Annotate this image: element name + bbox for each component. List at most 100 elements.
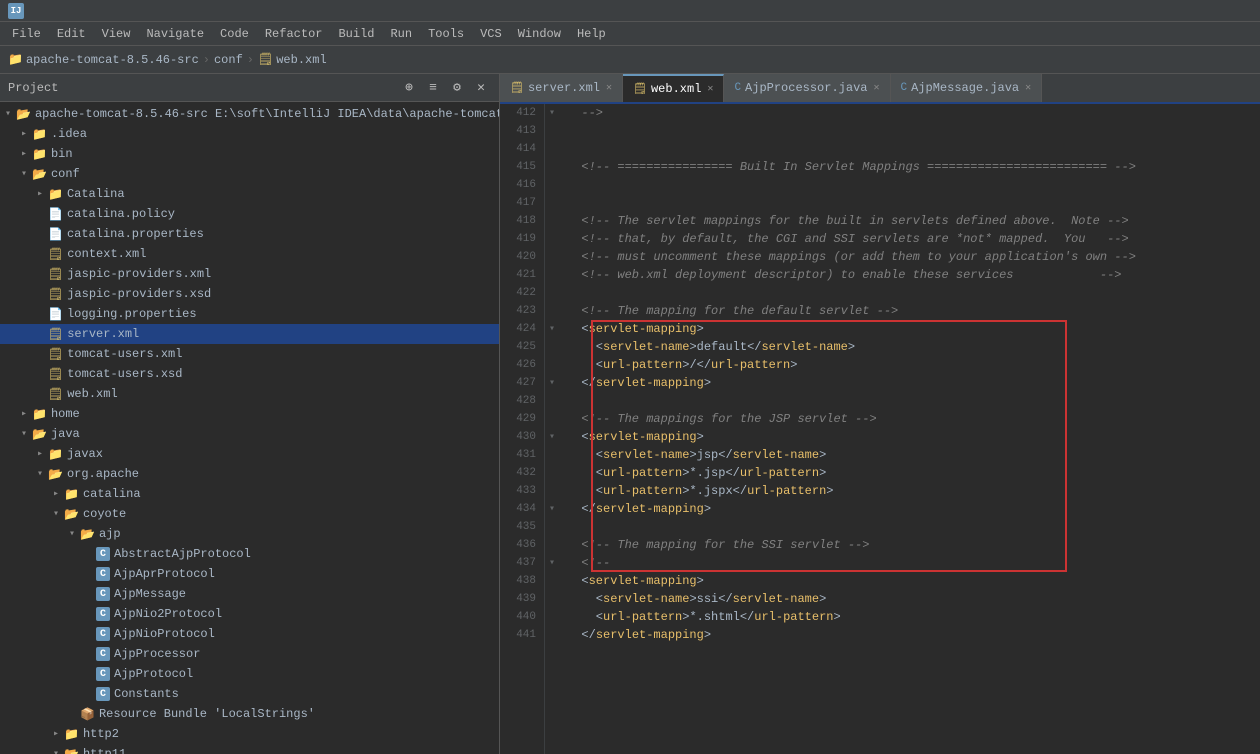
tree-item-home[interactable]: ▸📁home [0, 404, 499, 424]
tree-item-context-xml[interactable]: 🗒context.xml [0, 244, 499, 264]
tree-icon-bin: 📁 [32, 147, 47, 162]
menu-view[interactable]: View [94, 25, 139, 43]
menu-help[interactable]: Help [569, 25, 614, 43]
breadcrumb-file[interactable]: web.xml [276, 53, 326, 67]
tree-item-catalina-policy[interactable]: 📄catalina.policy [0, 204, 499, 224]
fold-marker-419 [545, 230, 559, 248]
tab-close-ajpprocessor[interactable]: ✕ [873, 82, 879, 94]
tree-item-orgapache[interactable]: ▾📂org.apache [0, 464, 499, 484]
line-num-425: 425 [500, 338, 544, 356]
tree-item-javax[interactable]: ▸📁javax [0, 444, 499, 464]
tab-close-ajpmessage[interactable]: ✕ [1025, 82, 1031, 94]
tab-icon-ajpmessage: C [901, 82, 908, 94]
tree-item-AjpProtocol[interactable]: CAjpProtocol [0, 664, 499, 684]
fold-marker-430[interactable]: ▾ [545, 428, 559, 446]
tree-item-Constants[interactable]: CConstants [0, 684, 499, 704]
tree-item-server-xml[interactable]: 🗒server.xml [0, 324, 499, 344]
fold-marker-421 [545, 266, 559, 284]
tree-icon-AjpMessage: C [96, 587, 110, 601]
sidebar-expand-btn[interactable]: ⊕ [399, 78, 419, 98]
tab-ajpmessage[interactable]: C AjpMessage.java ✕ [891, 74, 1043, 102]
fold-marker-434[interactable]: ▾ [545, 500, 559, 518]
tab-web-xml[interactable]: 🗒 web.xml ✕ [623, 74, 724, 102]
fold-marker-427[interactable]: ▾ [545, 374, 559, 392]
tree-label-context-xml: context.xml [67, 247, 146, 261]
editor-area: 🗒 server.xml ✕ 🗒 web.xml ✕ C AjpProcesso… [500, 74, 1260, 754]
menu-run[interactable]: Run [382, 25, 420, 43]
menu-file[interactable]: File [4, 25, 49, 43]
menu-code[interactable]: Code [212, 25, 257, 43]
tree-item-web-xml[interactable]: 🗒web.xml [0, 384, 499, 404]
tree-item-AjpNioProtocol[interactable]: CAjpNioProtocol [0, 624, 499, 644]
tree-item-jaspic-providers-xml[interactable]: 🗒jaspic-providers.xml [0, 264, 499, 284]
tab-close-web-xml[interactable]: ✕ [707, 83, 713, 95]
fold-marker-415 [545, 158, 559, 176]
tree-item-http2[interactable]: ▸📁http2 [0, 724, 499, 744]
tree-label-jaspic-providers-xml: jaspic-providers.xml [67, 267, 211, 281]
tree-item-logging-props[interactable]: 📄logging.properties [0, 304, 499, 324]
breadcrumb-root[interactable]: apache-tomcat-8.5.46-src [26, 53, 199, 67]
tree-item-AjpNio2Protocol[interactable]: CAjpNio2Protocol [0, 604, 499, 624]
sidebar-settings-btn[interactable]: ⚙ [447, 78, 467, 98]
fold-marker-425 [545, 338, 559, 356]
tree-item-ajp[interactable]: ▾📂ajp [0, 524, 499, 544]
tree-item-coyote[interactable]: ▾📂coyote [0, 504, 499, 524]
fold-marker-438 [545, 572, 559, 590]
tree-item-root[interactable]: ▾📂apache-tomcat-8.5.46-src E:\soft\Intel… [0, 104, 499, 124]
tree-item-java[interactable]: ▾📂java [0, 424, 499, 444]
line-num-415: 415 [500, 158, 544, 176]
menu-vcs[interactable]: VCS [472, 25, 510, 43]
tree-item-catalina[interactable]: ▸📁Catalina [0, 184, 499, 204]
tab-server-xml[interactable]: 🗒 server.xml ✕ [500, 74, 623, 102]
line-num-432: 432 [500, 464, 544, 482]
tree-label-ajp: ajp [99, 527, 121, 541]
tree-icon-idea: 📁 [32, 127, 47, 142]
tree-arrow-home: ▸ [16, 408, 32, 420]
line-num-429: 429 [500, 410, 544, 428]
tree-icon-catalina-policy: 📄 [48, 207, 63, 222]
tab-label-web-xml: web.xml [651, 82, 701, 96]
tree-item-bin[interactable]: ▸📁bin [0, 144, 499, 164]
tree-item-AjpProcessor[interactable]: CAjpProcessor [0, 644, 499, 664]
tree-label-AjpMessage: AjpMessage [114, 587, 186, 601]
tree-item-idea[interactable]: ▸📁.idea [0, 124, 499, 144]
tab-ajpprocessor[interactable]: C AjpProcessor.java ✕ [724, 74, 890, 102]
code-line-428 [567, 392, 1260, 410]
tree-icon-AjpAprProtocol: C [96, 567, 110, 581]
line-num-436: 436 [500, 536, 544, 554]
line-num-431: 431 [500, 446, 544, 464]
fold-marker-412[interactable]: ▾ [545, 104, 559, 122]
tree-item-http11[interactable]: ▾📂http11 [0, 744, 499, 754]
sidebar-collapse-btn[interactable]: ≡ [423, 78, 443, 98]
tab-close-server-xml[interactable]: ✕ [606, 82, 612, 94]
menu-window[interactable]: Window [510, 25, 569, 43]
code-area[interactable]: --> <!-- ================ Built In Servl… [559, 104, 1260, 754]
menu-edit[interactable]: Edit [49, 25, 94, 43]
tree-icon-web-xml: 🗒 [48, 387, 63, 402]
tree-item-catalina2[interactable]: ▸📁catalina [0, 484, 499, 504]
menu-refactor[interactable]: Refactor [257, 25, 331, 43]
fold-marker-432 [545, 464, 559, 482]
tree-item-AjpAprProtocol[interactable]: CAjpAprProtocol [0, 564, 499, 584]
tree-item-conf[interactable]: ▾📂conf [0, 164, 499, 184]
code-line-433: <url-pattern>*.jspx</url-pattern> [567, 482, 1260, 500]
tree-item-tomcat-users-xsd[interactable]: 🗒tomcat-users.xsd [0, 364, 499, 384]
menu-navigate[interactable]: Navigate [138, 25, 212, 43]
tree-item-catalina-props[interactable]: 📄catalina.properties [0, 224, 499, 244]
tree-item-AjpMessage[interactable]: C AjpMessage [0, 584, 499, 604]
tree-item-AbstractAjpProtocol[interactable]: CAbstractAjpProtocol [0, 544, 499, 564]
tree-arrow-bin: ▸ [16, 148, 32, 160]
tree-item-jaspic-providers-xsd[interactable]: 🗒jaspic-providers.xsd [0, 284, 499, 304]
menu-tools[interactable]: Tools [420, 25, 472, 43]
project-panel-title: Project [8, 81, 395, 95]
sidebar-close-btn[interactable]: ✕ [471, 78, 491, 98]
tab-label-ajpmessage: AjpMessage.java [911, 81, 1019, 95]
breadcrumb-conf[interactable]: conf [214, 53, 243, 67]
tree-item-tomcat-users-xml[interactable]: 🗒tomcat-users.xml [0, 344, 499, 364]
menu-build[interactable]: Build [330, 25, 382, 43]
tree-arrow-root: ▾ [0, 108, 16, 120]
fold-marker-437[interactable]: ▾ [545, 554, 559, 572]
sidebar-toolbar: Project ⊕ ≡ ⚙ ✕ [0, 74, 499, 102]
tree-item-ResourceBundle[interactable]: 📦Resource Bundle 'LocalStrings' [0, 704, 499, 724]
fold-marker-424[interactable]: ▾ [545, 320, 559, 338]
